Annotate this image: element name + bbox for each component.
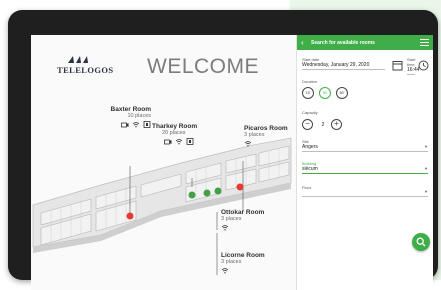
capacity-value[interactable]: 2 — [319, 122, 327, 128]
chevron-down-icon: ▼ — [424, 166, 428, 171]
room-name: Tharkey Room — [152, 123, 198, 130]
wifi-icon — [175, 139, 183, 145]
hamburger-menu-icon[interactable] — [420, 39, 429, 46]
app-header: ‹ Search for available rooms — [297, 35, 433, 50]
screen-icon — [143, 121, 151, 128]
room-status-dot — [214, 187, 222, 195]
capacity-section: Capacity — [302, 110, 428, 115]
telelogos-logo: TELELOGOS — [57, 55, 113, 79]
room-status-dot — [188, 191, 196, 199]
floor-plan-panel: TELELOGOS WELCOME Baxter Room 10 places … — [31, 35, 296, 290]
room-name: Licorne Room — [221, 252, 265, 259]
duration-60-button[interactable]: 60' — [336, 87, 348, 99]
screen-icon — [186, 138, 194, 145]
room-status-dot — [203, 189, 211, 197]
search-icon — [416, 237, 426, 247]
room-status-dot — [236, 183, 244, 191]
room-places: 3 places — [221, 216, 242, 222]
duration-30-button[interactable]: 30' — [319, 87, 331, 99]
room-label-baxter[interactable]: Baxter Room 10 places — [87, 106, 151, 128]
wifi-icon — [221, 225, 229, 231]
start-time-value: 16:44 — [407, 67, 420, 75]
building-value-wrap: siècum ▼ — [302, 166, 428, 174]
site-value: Angers — [302, 144, 318, 150]
search-button[interactable] — [412, 233, 430, 251]
room-label-ottokar[interactable]: Ottokar Room 3 places — [221, 209, 264, 231]
back-arrow-icon[interactable]: ‹ — [301, 38, 309, 47]
room-search-app: ‹ Search for available rooms Start date … — [296, 35, 433, 290]
welcome-heading: WELCOME — [147, 55, 260, 78]
logo-text: TELELOGOS — [57, 65, 114, 75]
duration-15-button[interactable]: 15' — [302, 87, 314, 99]
chevron-down-icon: ▼ — [424, 189, 428, 194]
logo-mark-icon — [68, 56, 88, 63]
room-places: 10 places — [127, 113, 151, 119]
camera-icon — [121, 122, 129, 128]
capacity-increase-button[interactable]: + — [331, 119, 342, 130]
duration-label: Duration — [302, 79, 318, 84]
room-places: 3 places — [244, 132, 265, 138]
start-date-value: Wednesday, January 29, 2020 — [302, 62, 385, 70]
floor-select[interactable]: Floor ▼ — [302, 185, 428, 197]
wifi-icon — [132, 122, 140, 128]
floor-value-wrap: ▼ — [302, 189, 428, 197]
building-select[interactable]: Building siècum ▼ — [302, 161, 428, 174]
room-label-licorne[interactable]: Licorne Room 3 places — [221, 252, 265, 274]
tablet-device: TELELOGOS WELCOME Baxter Room 10 places … — [8, 10, 438, 290]
room-label-tharkey[interactable]: Tharkey Room 20 places — [152, 123, 197, 145]
room-name: Picaros Room — [244, 125, 288, 132]
wifi-icon — [221, 268, 229, 274]
room-label-picaros[interactable]: Picaros Room 3 places — [244, 125, 288, 147]
site-value-wrap: Angers ▼ — [302, 144, 428, 152]
calendar-icon[interactable] — [392, 60, 403, 71]
site-select[interactable]: Site Angers ▼ — [302, 139, 428, 152]
room-name: Ottokar Room — [221, 209, 265, 216]
capacity-decrease-button[interactable]: − — [302, 119, 313, 130]
capacity-label: Capacity — [302, 110, 318, 115]
building-value: siècum — [302, 166, 318, 172]
duration-section: Duration — [302, 79, 428, 84]
room-places: 20 places — [162, 130, 186, 136]
clock-icon[interactable] — [418, 60, 429, 71]
camera-icon — [164, 139, 172, 145]
tablet-screen: TELELOGOS WELCOME Baxter Room 10 places … — [31, 35, 433, 290]
app-title: Search for available rooms — [311, 39, 375, 46]
start-time-label: Start time — [407, 57, 416, 67]
room-places: 3 places — [221, 259, 242, 265]
room-status-dot — [126, 212, 134, 220]
room-name: Baxter Room — [110, 106, 151, 113]
start-time-field[interactable]: Start time 16:44 — [407, 57, 420, 75]
chevron-down-icon: ▼ — [424, 144, 428, 149]
start-date-field[interactable]: Start date Wednesday, January 29, 2020 — [302, 57, 385, 70]
wifi-icon — [244, 141, 252, 147]
